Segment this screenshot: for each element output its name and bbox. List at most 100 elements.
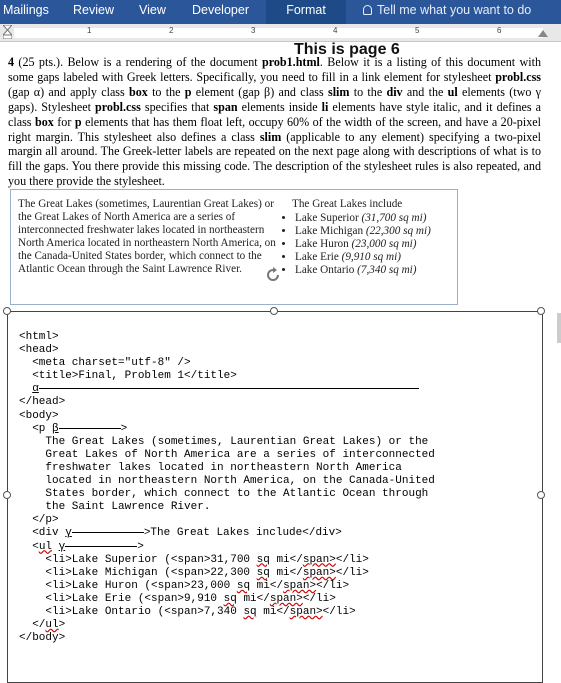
code-text: mi</ bbox=[269, 553, 303, 566]
code-line: </head> bbox=[19, 396, 66, 409]
code-text: sq bbox=[256, 566, 270, 579]
list-item: Lake Huron (23,000 sq mi) bbox=[295, 238, 431, 251]
rendering-lake-list: Lake Superior (31,700 sq mi) Lake Michig… bbox=[281, 212, 431, 277]
code-text: mi</ bbox=[250, 579, 284, 592]
right-indent-marker-icon[interactable] bbox=[538, 30, 548, 37]
code-text: ul bbox=[38, 540, 53, 553]
rendering-image[interactable]: The Great Lakes (sometimes, Laurentian G… bbox=[10, 189, 458, 305]
code-text: <li>Lake Ontario (<span>7,340 bbox=[19, 605, 244, 618]
lake-area: (23,000 sq mi) bbox=[351, 238, 417, 251]
code-line-beta: <p β > bbox=[19, 423, 435, 436]
tab-mailings[interactable]: Mailings bbox=[3, 0, 49, 24]
resize-handle[interactable] bbox=[3, 307, 11, 315]
code-line: <meta charset="utf-8" /> bbox=[19, 357, 191, 370]
code-line: </body> bbox=[19, 632, 66, 645]
code-text: sq bbox=[236, 579, 251, 592]
code-line-gamma-ul: <ul γ > bbox=[19, 541, 435, 554]
gap-beta: β bbox=[52, 422, 59, 435]
text: (gap α) and apply class bbox=[8, 84, 129, 99]
resize-handle[interactable] bbox=[3, 491, 11, 499]
code-text: >The Great Lakes include</div> bbox=[143, 527, 342, 540]
tell-me-search[interactable]: Tell me what you want to do bbox=[363, 0, 531, 20]
indent-marker-icon[interactable] bbox=[3, 25, 12, 39]
code-text: <p bbox=[19, 422, 53, 435]
code-listing: <html> <head> <meta charset="utf-8" /> <t… bbox=[19, 331, 435, 645]
code-text: <div bbox=[19, 527, 66, 540]
code-text: < bbox=[19, 540, 39, 553]
code-text: </li> bbox=[335, 553, 369, 566]
code-text: > bbox=[137, 540, 144, 553]
tab-developer[interactable]: Developer bbox=[192, 0, 249, 24]
ruler-number: 1 bbox=[87, 26, 92, 35]
keyword: box bbox=[34, 114, 54, 129]
code-line: <html> bbox=[19, 331, 59, 343]
resize-handle[interactable] bbox=[270, 307, 278, 315]
lake-area: (22,300 sq mi) bbox=[365, 225, 431, 238]
keyword: p bbox=[74, 114, 82, 129]
list-item: Lake Superior (31,700 sq mi) bbox=[295, 212, 431, 225]
resize-handle[interactable] bbox=[537, 307, 545, 315]
code-line-alpha: α bbox=[19, 383, 435, 396]
lake-area: (9,910 sq mi) bbox=[341, 251, 401, 264]
lake-name: Lake Michigan bbox=[295, 225, 366, 238]
lake-name: Lake Erie bbox=[295, 251, 342, 264]
code-line: located in northeastern North America, o… bbox=[19, 475, 435, 488]
keyword: span bbox=[213, 99, 238, 114]
code-line: <head> bbox=[19, 344, 59, 357]
text: specifies that bbox=[140, 99, 214, 114]
keyword: slim bbox=[327, 84, 350, 99]
ruler-track bbox=[14, 28, 543, 38]
code-text: sq bbox=[256, 553, 270, 566]
code-line: <body> bbox=[19, 409, 59, 422]
code-text: </ bbox=[19, 619, 46, 632]
ruler-number: 5 bbox=[415, 26, 420, 35]
lake-name: Lake Superior bbox=[295, 212, 362, 224]
layout-options-tab[interactable] bbox=[557, 313, 561, 343]
gap-gamma: γ bbox=[65, 527, 72, 540]
code-line: <li>Lake Ontario (<span>7,340 sq mi</spa… bbox=[19, 606, 435, 619]
tab-review[interactable]: Review bbox=[73, 0, 114, 24]
code-line: <li>Lake Superior (<span>31,700 sq mi</s… bbox=[19, 554, 435, 567]
code-line: </p> bbox=[19, 514, 59, 527]
code-line: the Saint Lawrence River. bbox=[19, 501, 211, 514]
code-text: ul bbox=[45, 619, 59, 632]
blank-line bbox=[38, 388, 419, 390]
code-line: </ul> bbox=[19, 619, 435, 632]
tab-format[interactable]: Format bbox=[266, 0, 346, 24]
code-text: </li> bbox=[316, 579, 350, 592]
tell-me-label: Tell me what you want to do bbox=[377, 3, 532, 17]
keyword: p bbox=[184, 84, 192, 99]
code-text: span> bbox=[283, 579, 317, 592]
blank-line bbox=[71, 532, 144, 534]
code-text: > bbox=[58, 619, 66, 632]
filename: probl.css bbox=[495, 69, 541, 84]
resize-handle[interactable] bbox=[537, 491, 545, 499]
lake-area: (7,340 sq mi) bbox=[357, 264, 417, 277]
text: (25 pts.). Below is a rendering of the d… bbox=[14, 55, 262, 69]
rotate-handle-icon[interactable] bbox=[264, 266, 282, 284]
text: and the bbox=[402, 84, 448, 99]
lightbulb-icon bbox=[363, 5, 372, 15]
code-text: </li> bbox=[322, 605, 356, 618]
text: element (gap β) and class bbox=[191, 84, 328, 99]
list-item: Lake Michigan (22,300 sq mi) bbox=[295, 225, 431, 238]
code-line: <title>Final, Problem 1</title> bbox=[19, 370, 237, 383]
ruler-number: 3 bbox=[251, 26, 256, 35]
lake-name: Lake Huron bbox=[295, 238, 352, 251]
code-line: States border, which connect to the Atla… bbox=[19, 488, 429, 501]
code-text: <li>Lake Erie (<span>9,910 bbox=[19, 592, 224, 605]
code-text: mi</ bbox=[269, 566, 303, 579]
lake-area: (31,700 sq mi) bbox=[361, 212, 427, 224]
list-item: Lake Erie (9,910 sq mi) bbox=[295, 251, 431, 264]
text: elements inside bbox=[237, 99, 322, 114]
text: to the bbox=[147, 84, 185, 99]
horizontal-ruler[interactable]: 1 2 3 4 5 6 bbox=[0, 24, 561, 42]
problem-paragraph: 4 (25 pts.). Below is a rendering of the… bbox=[8, 55, 541, 189]
code-text: sq bbox=[243, 605, 257, 618]
text: for bbox=[53, 114, 75, 129]
gap-gamma: γ bbox=[58, 540, 66, 553]
tab-view[interactable]: View bbox=[139, 0, 166, 24]
code-text: <li>Lake Michigan (<span>22,300 bbox=[19, 566, 257, 579]
code-text: span> bbox=[269, 592, 303, 605]
